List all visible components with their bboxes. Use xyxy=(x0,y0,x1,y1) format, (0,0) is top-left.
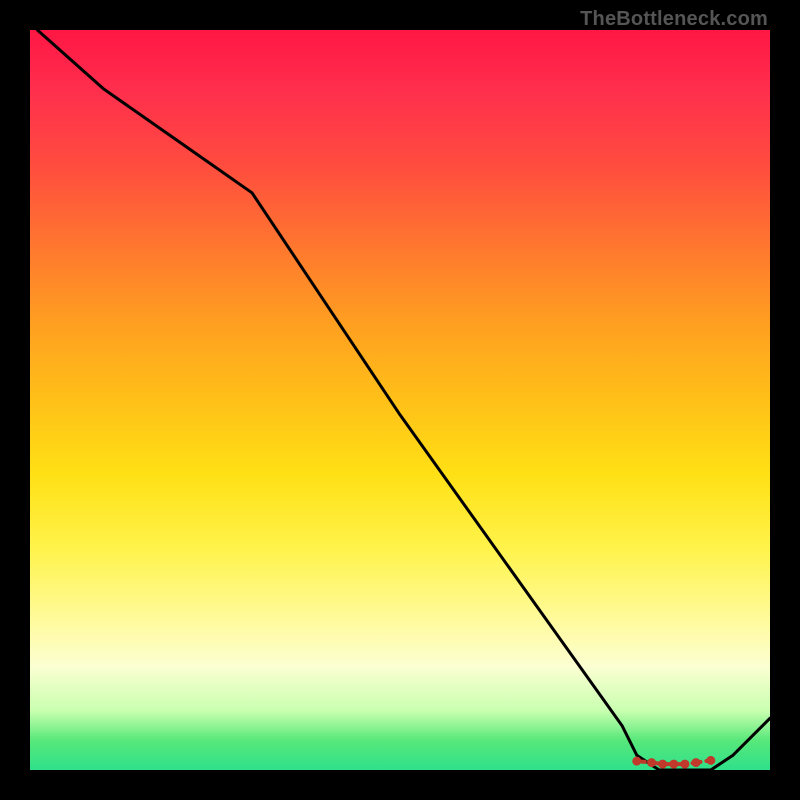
marker-dot xyxy=(680,760,689,769)
marker-dot xyxy=(647,758,656,767)
main-curve xyxy=(37,30,770,770)
marker-group xyxy=(632,756,715,769)
chart-svg xyxy=(30,30,770,770)
watermark-text: TheBottleneck.com xyxy=(580,8,768,31)
marker-dot xyxy=(692,758,701,767)
chart-stage: TheBottleneck.com xyxy=(0,0,800,800)
plot-area xyxy=(30,30,770,770)
marker-dot xyxy=(658,760,667,769)
marker-dot xyxy=(706,756,715,765)
marker-dot xyxy=(669,760,678,769)
curve-path xyxy=(37,30,770,770)
marker-dot xyxy=(632,757,641,766)
